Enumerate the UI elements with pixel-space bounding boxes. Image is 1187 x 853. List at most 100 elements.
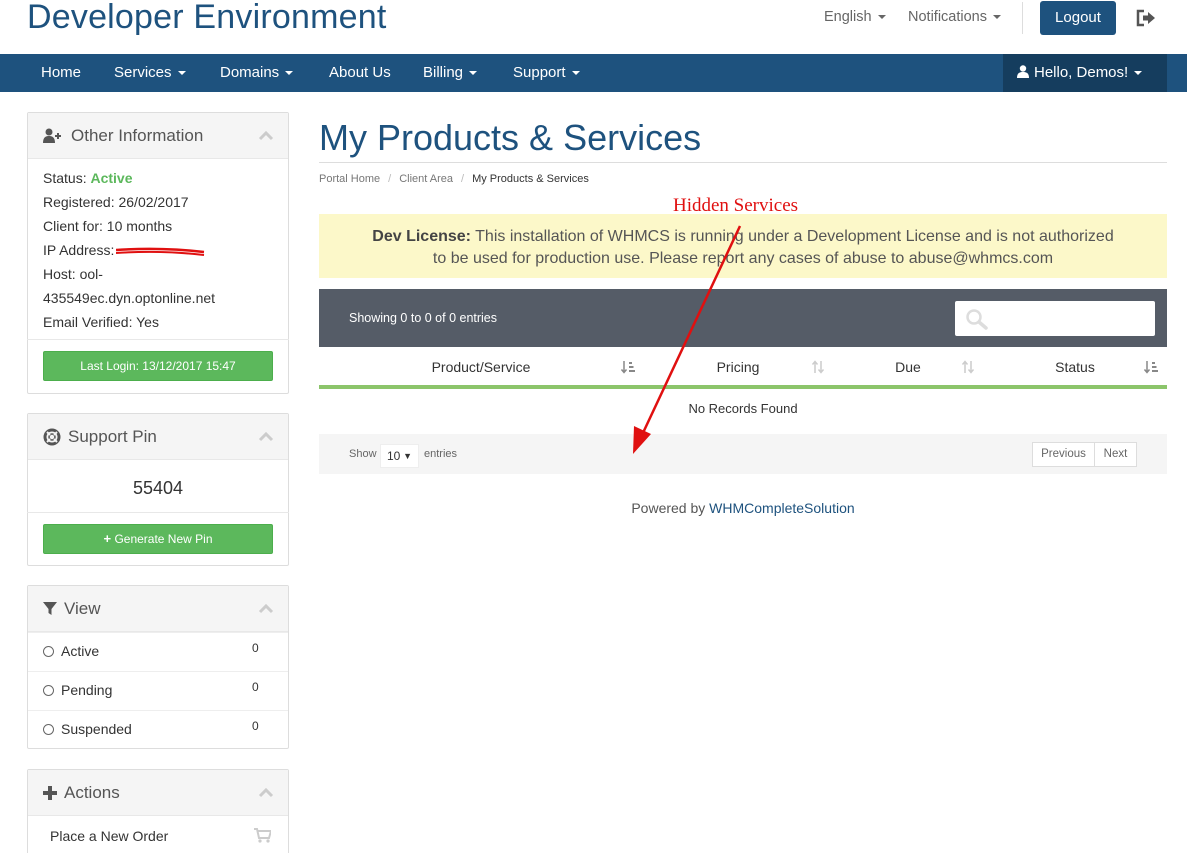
nav-billing-label: Billing: [423, 64, 464, 81]
nav-home[interactable]: Home: [41, 54, 81, 92]
circle-icon: [43, 685, 54, 696]
user-greeting: Hello, Demos!: [1034, 64, 1129, 81]
nav-support[interactable]: Support: [513, 54, 580, 92]
nav-domains-label: Domains: [220, 64, 280, 81]
page-title: My Products & Services: [319, 117, 702, 158]
status-label: Status:: [43, 170, 87, 186]
email-verified-line: Email Verified: Yes: [43, 314, 159, 330]
panel-header[interactable]: Other Information: [28, 113, 288, 159]
status-line: Status: Active: [43, 170, 133, 186]
sign-out-icon[interactable]: [1136, 9, 1156, 27]
breadcrumb-separator: /: [388, 173, 392, 185]
caret-down-icon: [285, 71, 294, 76]
generate-new-pin-button[interactable]: + Generate New Pin: [43, 524, 273, 554]
user-menu[interactable]: Hello, Demos!: [1003, 54, 1167, 92]
caret-down-icon: ▼: [403, 451, 412, 461]
panel-divider: [27, 339, 289, 340]
action-place-new-order[interactable]: Place a New Order: [28, 816, 288, 853]
column-label: Product/Service: [431, 359, 531, 375]
shopping-cart-icon: [254, 828, 271, 843]
chevron-up-icon[interactable]: [258, 430, 274, 442]
language-dropdown[interactable]: English: [824, 9, 886, 25]
caret-down-icon: [469, 71, 478, 76]
panel-divider: [27, 512, 289, 513]
logout-button[interactable]: Logout: [1040, 1, 1116, 35]
breadcrumb: Portal Home / Client Area / My Products & Se…: [319, 173, 589, 185]
nav-domains[interactable]: Domains: [220, 54, 294, 92]
chevron-up-icon[interactable]: [258, 602, 274, 614]
support-pin-value: 55404: [132, 478, 184, 498]
next-button[interactable]: Next: [1094, 442, 1137, 467]
last-login-button[interactable]: Last Login: 13/12/2017 15:47: [43, 351, 273, 381]
circle-icon: [43, 646, 54, 657]
powered-prefix: Powered by: [631, 500, 706, 516]
nav-about-us[interactable]: About Us: [329, 54, 391, 92]
chevron-up-icon[interactable]: [258, 129, 274, 141]
search-input[interactable]: [955, 301, 1155, 336]
host-line-1: Host: ool-: [43, 266, 103, 282]
header-divider: [1022, 2, 1023, 34]
client-for-line: Client for: 10 months: [43, 218, 173, 234]
nav-billing[interactable]: Billing: [423, 54, 478, 92]
chevron-up-icon[interactable]: [258, 786, 274, 798]
caret-down-icon: [877, 15, 886, 20]
view-item-count: 0: [252, 719, 259, 733]
status-value: Active: [90, 170, 133, 186]
view-panel: View Active 0 Pending 0 Suspended 0: [27, 585, 289, 749]
sort-icon: [961, 360, 975, 374]
caret-down-icon: [992, 15, 1001, 20]
view-item-pending[interactable]: Pending 0: [28, 671, 288, 710]
previous-button[interactable]: Previous: [1032, 442, 1095, 467]
showing-entries: Showing 0 to 0 of 0 entries: [349, 311, 498, 325]
nav-services-label: Services: [114, 64, 172, 81]
view-item-count: 0: [252, 680, 259, 694]
nav-support-label: Support: [513, 64, 566, 81]
page-length-select[interactable]: 10 ▼: [380, 444, 419, 468]
caret-down-icon: [1134, 71, 1143, 76]
filter-icon: [43, 602, 57, 615]
panel-header[interactable]: Actions: [28, 770, 288, 816]
view-item-suspended[interactable]: Suspended 0: [28, 710, 288, 749]
brand-title[interactable]: Developer Environment: [27, 0, 387, 37]
nav-services[interactable]: Services: [114, 54, 186, 92]
panel-header[interactable]: Support Pin: [28, 414, 288, 460]
ip-address-label: IP Address:: [43, 242, 115, 258]
column-due[interactable]: Due: [833, 347, 983, 389]
user-plus-icon: [43, 128, 61, 143]
column-status[interactable]: Status: [983, 347, 1167, 389]
life-ring-icon: [43, 428, 61, 446]
panel-header[interactable]: View: [28, 586, 288, 632]
view-item-count: 0: [252, 641, 259, 655]
show-label: Show: [349, 448, 377, 460]
redaction-scribble: [116, 247, 205, 256]
view-item-label: Active: [61, 643, 100, 659]
notifications-dropdown[interactable]: Notifications: [908, 9, 1001, 25]
main-navbar: Home Services Domains About Us Billing S…: [0, 54, 1187, 92]
breadcrumb-separator: /: [461, 173, 465, 185]
caret-down-icon: [571, 71, 580, 76]
view-item-active[interactable]: Active 0: [28, 632, 288, 671]
breadcrumb-portal-home[interactable]: Portal Home: [319, 173, 380, 185]
action-label: Place a New Order: [50, 828, 169, 844]
search-icon: [966, 309, 988, 330]
panel-title: Actions: [64, 783, 120, 802]
column-label: Due: [895, 359, 921, 375]
page-length-value: 10: [387, 449, 401, 463]
column-label: Status: [1055, 359, 1095, 375]
top-header: Developer Environment English Notificati…: [0, 0, 1187, 54]
whmcs-link[interactable]: WHMCompleteSolution: [709, 500, 855, 516]
user-icon: [1017, 65, 1029, 78]
entries-label: entries: [424, 448, 458, 460]
column-product-service[interactable]: Product/Service: [319, 347, 643, 389]
breadcrumb-client-area[interactable]: Client Area: [399, 173, 453, 185]
title-divider: [319, 162, 1167, 163]
language-label: English: [824, 9, 872, 25]
annotation-label: Hidden Services: [673, 195, 799, 216]
view-item-label: Suspended: [61, 721, 132, 737]
plus-icon: [43, 786, 57, 800]
powered-by-footer: Powered by WHMCompleteSolution: [319, 500, 1167, 516]
alert-bold: Dev License:: [372, 228, 471, 245]
actions-panel: Actions Place a New Order: [27, 769, 289, 853]
alert-text-1: This installation of WHMCS is running un…: [475, 228, 1114, 245]
plus-icon: +: [103, 531, 112, 546]
